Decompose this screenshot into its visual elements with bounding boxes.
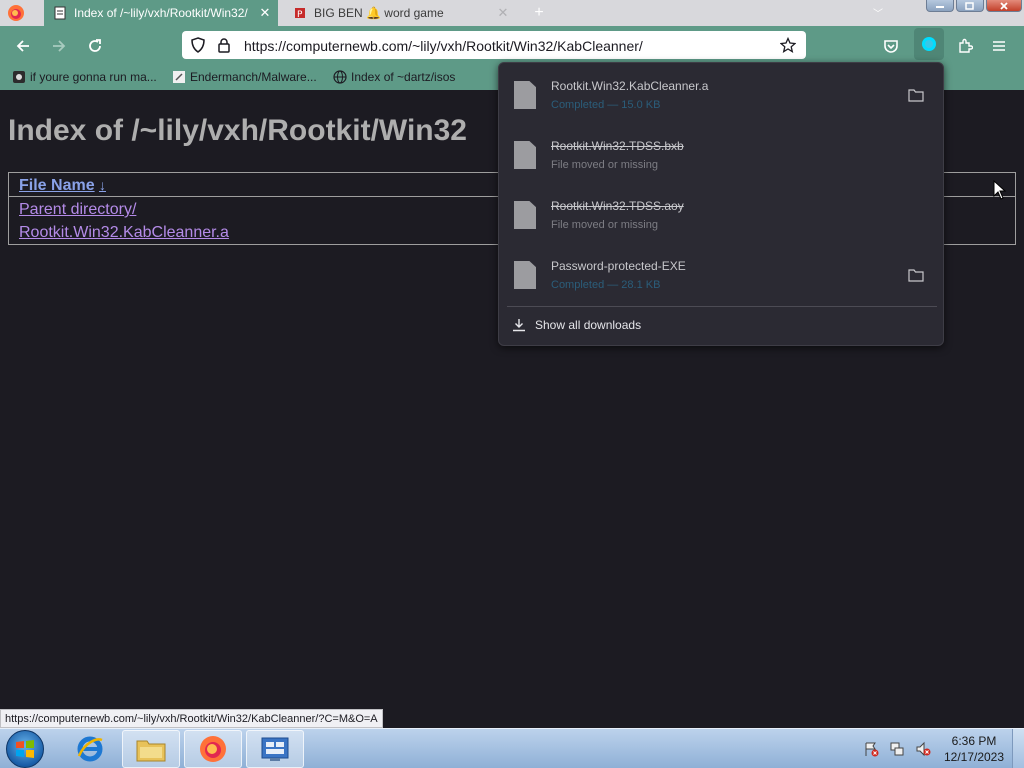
system-tray (862, 739, 940, 759)
download-status: Completed — 28.1 KB (551, 279, 661, 291)
file-explorer-icon[interactable] (122, 730, 180, 768)
link-status-tooltip: https://computernewb.com/~lily/vxh/Rootk… (0, 709, 383, 728)
tab-index-of[interactable]: Index of /~lily/vxh/Rootkit/Win32/ ✕ (44, 0, 278, 26)
parent-directory-link[interactable]: Parent directory/ (19, 201, 136, 219)
download-item[interactable]: Rootkit.Win32.TDSS.aoy File moved or mis… (499, 189, 943, 247)
windows-logo-icon (16, 740, 34, 758)
bookmark-favicon (12, 70, 26, 84)
downloads-button[interactable] (914, 28, 944, 60)
clock-time: 6:36 PM (951, 734, 997, 748)
download-progress-icon (922, 37, 936, 51)
clock[interactable]: 6:36 PM 12/17/2023 (936, 733, 1012, 765)
show-all-downloads-button[interactable]: Show all downloads (511, 315, 641, 335)
volume-muted-icon[interactable] (914, 740, 932, 758)
tab-strip: Index of /~lily/vxh/Rootkit/Win32/ ✕ P B… (0, 0, 1024, 26)
restore-button[interactable] (956, 0, 984, 12)
window-close-button[interactable] (986, 0, 1022, 12)
file-link-kabcleanner[interactable]: Rootkit.Win32.KabCleanner.a (19, 224, 229, 242)
download-arrow-icon (511, 317, 527, 333)
bookmark-item[interactable]: if youre gonna run ma... (12, 69, 157, 85)
page-icon (52, 5, 68, 21)
file-icon (514, 261, 536, 289)
download-file-name: Rootkit.Win32.TDSS.aoy (551, 199, 684, 213)
start-button[interactable] (6, 730, 44, 768)
page-title: Index of /~lily/vxh/Rootkit/Win32 (8, 114, 467, 147)
star-bookmark-icon[interactable] (780, 37, 796, 53)
globe-icon (333, 70, 347, 84)
minimize-button[interactable] (926, 0, 954, 12)
tracking-protection-shield-icon[interactable] (190, 37, 206, 53)
clock-date: 12/17/2023 (943, 750, 1005, 764)
action-center-flag-icon[interactable] (862, 740, 880, 758)
bookmark-label: Index of ~dartz/isos (351, 70, 456, 84)
file-icon (514, 201, 536, 229)
show-desktop-button[interactable] (1012, 729, 1024, 768)
bigben-icon: P (292, 5, 308, 21)
downloads-panel: Rootkit.Win32.KabCleanner.a Completed — … (498, 62, 944, 346)
tab-title: Index of /~lily/vxh/Rootkit/Win32/ (74, 6, 248, 20)
download-file-name: Rootkit.Win32.TDSS.bxb (551, 139, 684, 153)
url-text[interactable]: https://computernewb.com/~lily/vxh/Rootk… (244, 38, 643, 54)
svg-text:P: P (297, 10, 303, 20)
extensions-puzzle-icon[interactable] (954, 35, 976, 57)
chevron-down-icon[interactable]: ﹀ (870, 4, 886, 20)
file-icon (514, 81, 536, 109)
control-panel-icon[interactable] (246, 730, 304, 768)
open-folder-icon[interactable] (907, 87, 925, 103)
taskbar: 6:36 PM 12/17/2023 (0, 728, 1024, 768)
download-item[interactable]: Rootkit.Win32.TDSS.bxb File moved or mis… (499, 129, 943, 187)
column-header-file-name[interactable]: File Name (19, 177, 95, 195)
close-icon[interactable]: ✕ (494, 4, 512, 22)
github-icon (172, 70, 186, 84)
navigation-toolbar: https://computernewb.com/~lily/vxh/Rootk… (0, 26, 1024, 64)
download-file-name: Password-protected-EXE (551, 259, 686, 273)
pocket-icon[interactable] (880, 35, 902, 57)
internet-explorer-icon[interactable] (62, 730, 118, 768)
file-icon (514, 141, 536, 169)
mouse-cursor-icon (993, 180, 1007, 200)
back-button[interactable] (12, 35, 34, 57)
sort-arrow-icon[interactable]: ↓ (99, 177, 106, 193)
bookmark-label: Endermanch/Malware... (190, 70, 317, 84)
open-folder-icon[interactable] (907, 267, 925, 283)
tab-title: BIG BEN 🔔 word game (314, 6, 444, 20)
close-icon[interactable]: ✕ (256, 4, 274, 22)
download-status: File moved or missing (551, 159, 658, 171)
bookmark-item[interactable]: Endermanch/Malware... (172, 69, 317, 85)
download-file-name: Rootkit.Win32.KabCleanner.a (551, 79, 709, 93)
download-status: File moved or missing (551, 219, 658, 231)
show-all-downloads-label: Show all downloads (535, 318, 642, 332)
lock-icon[interactable] (216, 37, 232, 53)
new-tab-button[interactable]: + (528, 2, 550, 24)
hamburger-menu-icon[interactable] (988, 35, 1010, 57)
reload-button[interactable] (84, 35, 106, 57)
download-item[interactable]: Rootkit.Win32.KabCleanner.a Completed — … (499, 69, 943, 127)
divider (507, 306, 937, 307)
download-item[interactable]: Password-protected-EXE Completed — 28.1 … (499, 249, 943, 307)
firefox-icon[interactable] (6, 4, 26, 22)
download-status: Completed — 15.0 KB (551, 99, 661, 111)
bookmark-item[interactable]: Index of ~dartz/isos (333, 69, 455, 85)
bookmark-label: if youre gonna run ma... (30, 70, 157, 84)
network-icon[interactable] (888, 740, 906, 758)
forward-button[interactable] (48, 35, 70, 57)
url-bar[interactable]: https://computernewb.com/~lily/vxh/Rootk… (182, 31, 806, 59)
tab-big-ben[interactable]: P BIG BEN 🔔 word game ✕ (284, 0, 516, 26)
firefox-icon[interactable] (184, 730, 242, 768)
